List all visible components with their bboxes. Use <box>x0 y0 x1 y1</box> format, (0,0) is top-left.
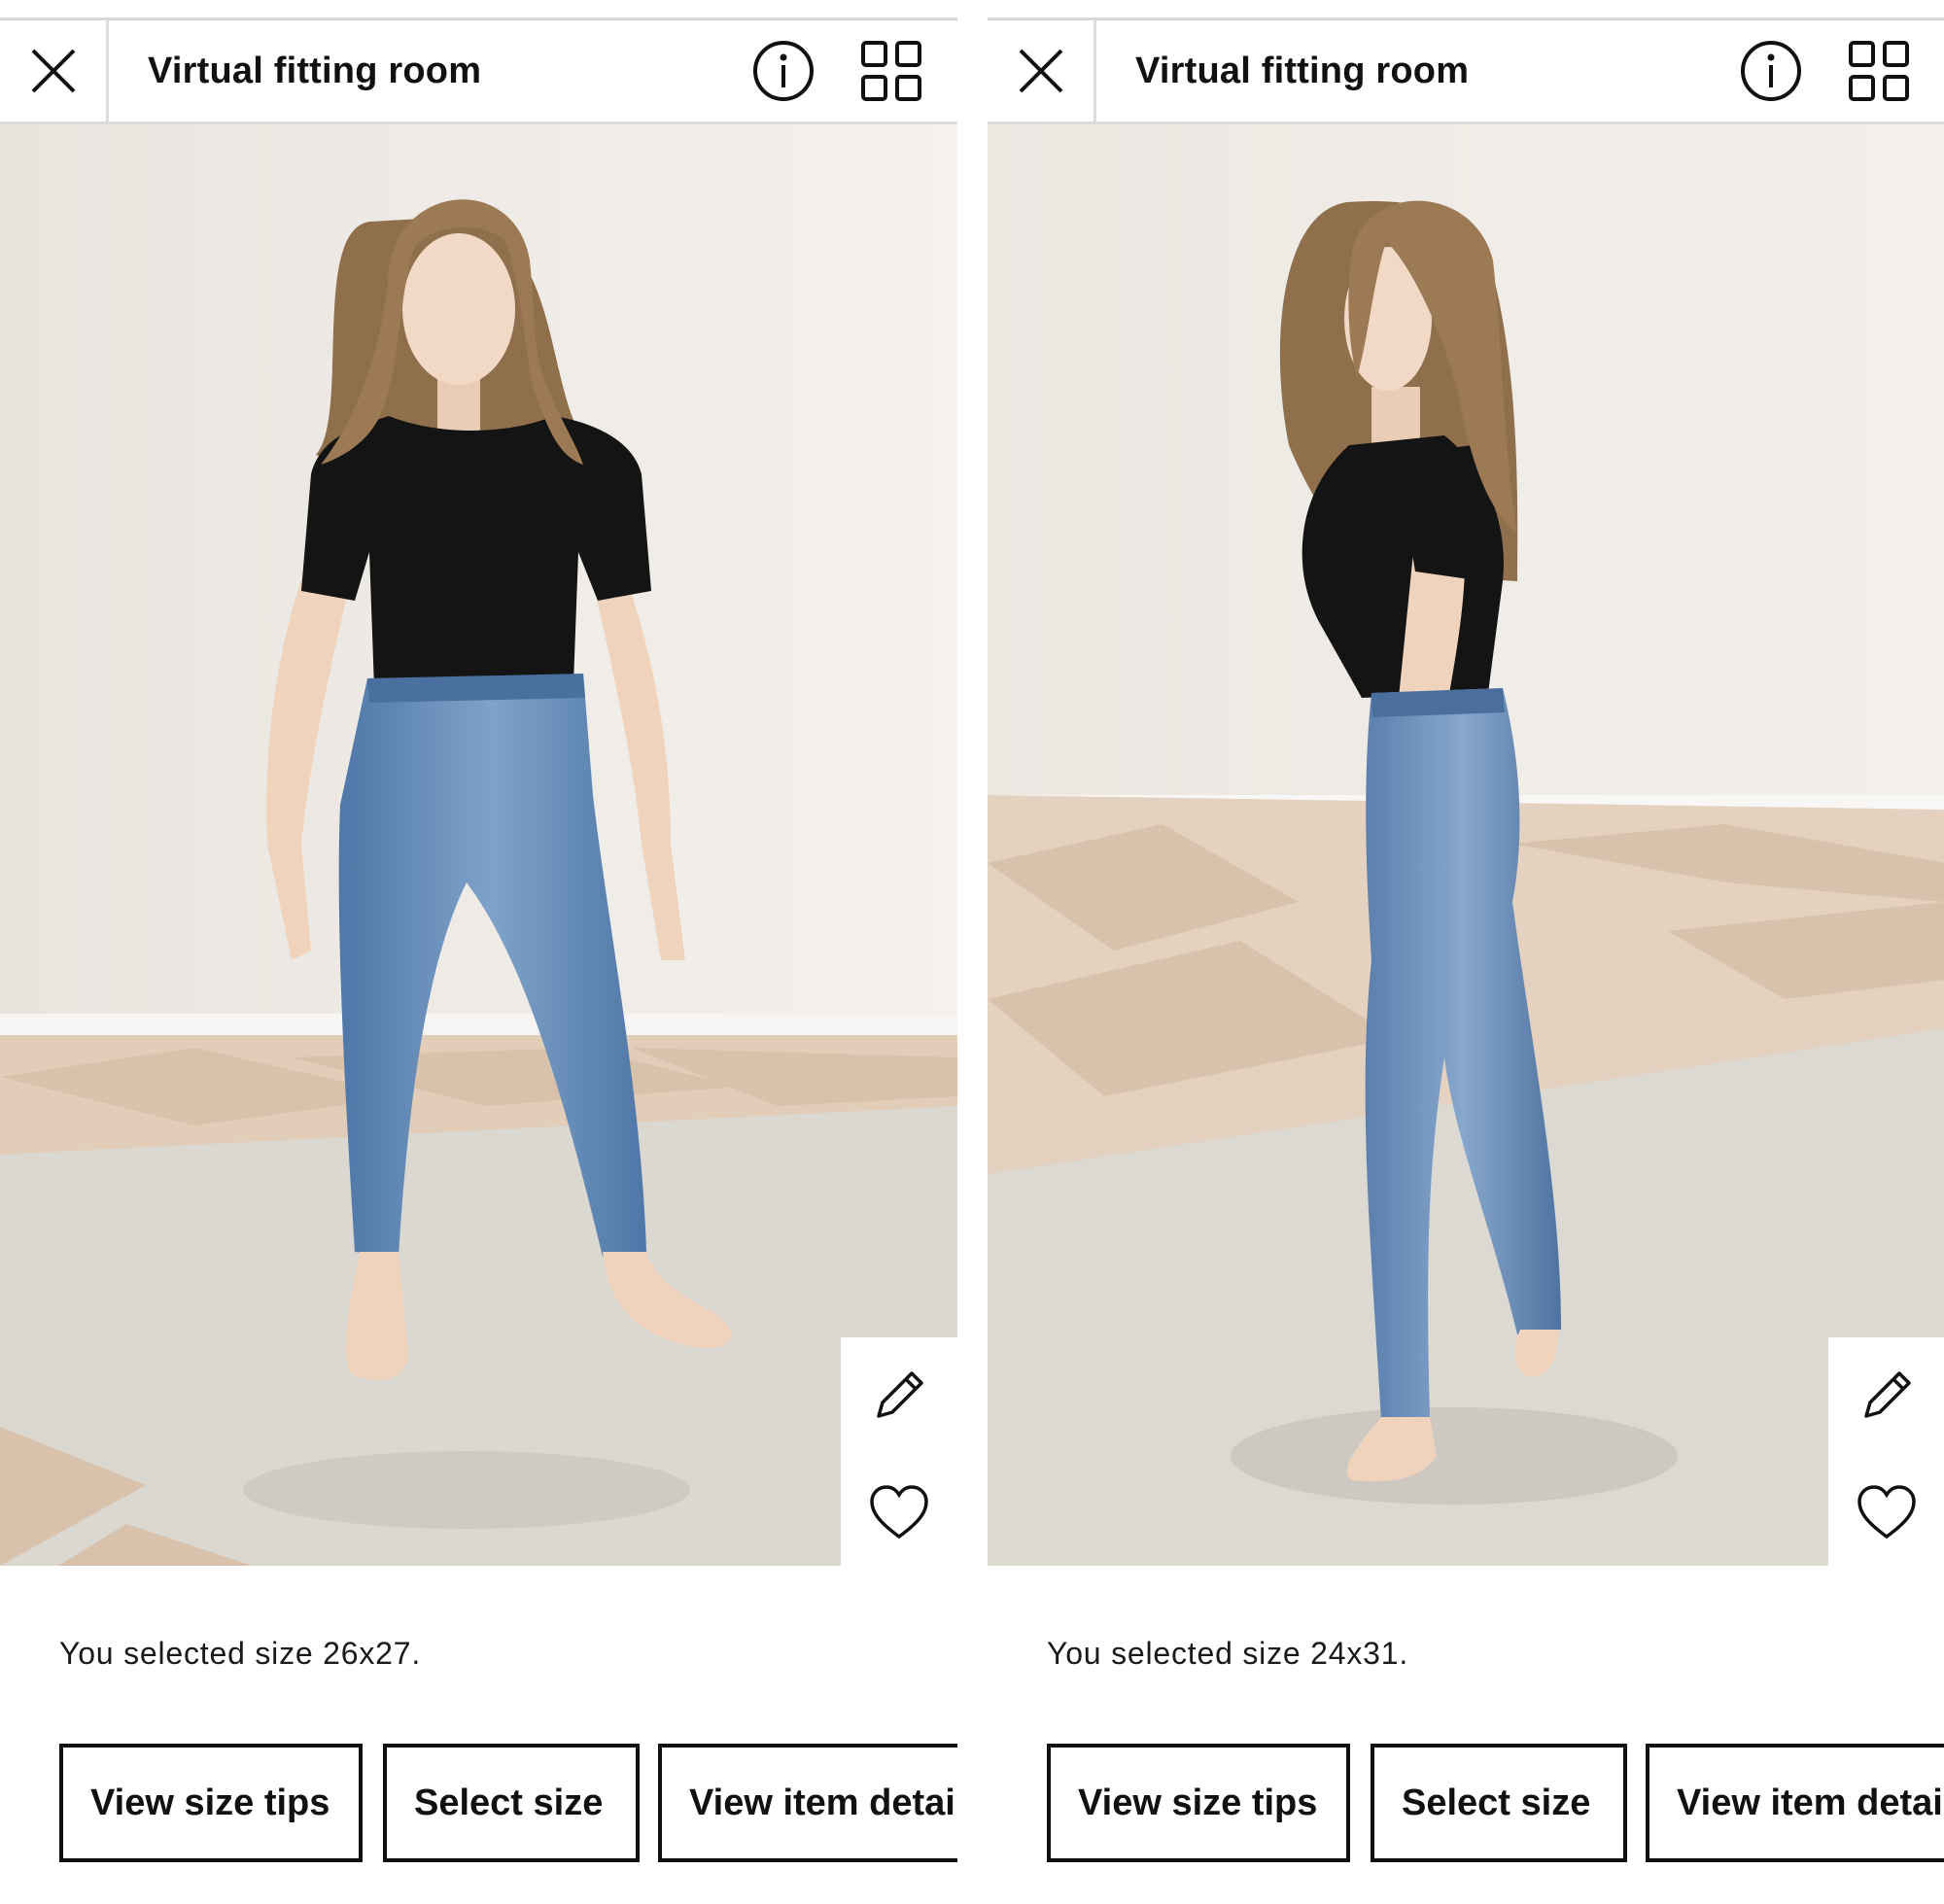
avatar-viewport[interactable] <box>988 124 1944 1566</box>
action-rail <box>841 1337 957 1566</box>
view-size-tips-button[interactable]: View size tips <box>59 1744 363 1862</box>
grid-icon <box>861 41 921 101</box>
close-button[interactable] <box>988 20 1096 121</box>
select-size-label: Select size <box>414 1783 604 1823</box>
select-size-button[interactable]: Select size <box>383 1744 640 1862</box>
page-title: Virtual fitting room <box>148 51 482 91</box>
heart-icon <box>870 1485 928 1540</box>
edit-button[interactable] <box>1828 1337 1944 1454</box>
action-rail <box>1828 1337 1944 1566</box>
view-size-tips-label: View size tips <box>90 1783 330 1823</box>
fitting-room-screen-front: Virtual fitting room You selected size 2… <box>0 0 957 1904</box>
page-title: Virtual fitting room <box>1135 51 1470 91</box>
header-bar: Virtual fitting room <box>0 20 957 124</box>
favorite-button[interactable] <box>841 1454 957 1566</box>
avatar-viewport[interactable] <box>0 124 957 1566</box>
header-bar: Virtual fitting room <box>988 20 1944 124</box>
selected-size-text: You selected size 24x31. <box>1047 1636 1409 1671</box>
avatar-scene-side <box>988 124 1944 1566</box>
selected-size-text: You selected size 26x27. <box>59 1636 422 1671</box>
pencil-icon <box>1864 1371 1911 1418</box>
heart-icon <box>1857 1485 1916 1540</box>
grid-button[interactable] <box>1847 39 1911 103</box>
close-icon <box>31 49 75 93</box>
info-button[interactable] <box>751 39 816 103</box>
view-item-details-button[interactable]: View item details <box>1646 1744 1944 1862</box>
info-icon <box>1741 41 1801 101</box>
select-size-label: Select size <box>1402 1783 1591 1823</box>
view-size-tips-label: View size tips <box>1078 1783 1318 1823</box>
view-item-details-button[interactable]: View item details <box>658 1744 957 1862</box>
favorite-button[interactable] <box>1828 1454 1944 1566</box>
view-size-tips-button[interactable]: View size tips <box>1047 1744 1350 1862</box>
view-item-details-label: View item details <box>689 1783 957 1823</box>
select-size-button[interactable]: Select size <box>1371 1744 1627 1862</box>
avatar-scene-front <box>0 124 957 1566</box>
grid-icon <box>1849 41 1909 101</box>
info-button[interactable] <box>1739 39 1803 103</box>
view-item-details-label: View item details <box>1677 1783 1944 1823</box>
pencil-icon <box>877 1371 923 1418</box>
info-icon <box>753 41 814 101</box>
close-icon <box>1019 49 1062 93</box>
fitting-room-screen-side: Virtual fitting room You selected size 2… <box>988 0 1944 1904</box>
close-button[interactable] <box>0 20 109 121</box>
grid-button[interactable] <box>859 39 923 103</box>
edit-button[interactable] <box>841 1337 957 1454</box>
